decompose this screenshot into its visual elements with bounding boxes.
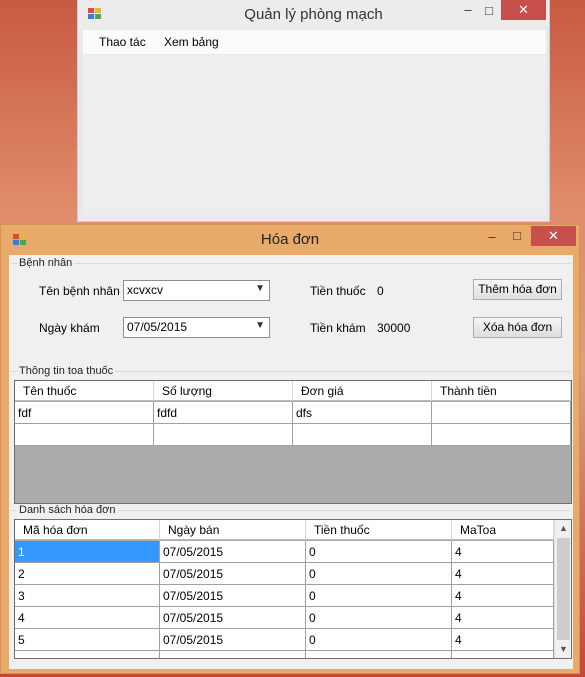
table-cell[interactable]: 0 [306, 585, 452, 607]
table-cell[interactable]: 4 [452, 585, 554, 607]
table-cell[interactable]: 5 [15, 629, 160, 651]
table-cell[interactable]: 07/05/2015 [160, 585, 306, 607]
medicine-fee-label: Tiền thuốc [310, 284, 366, 298]
invoice-client-area: Bệnh nhân Tên bệnh nhân xcvxcv ▼ Ngày kh… [9, 255, 573, 669]
patient-group-border [11, 263, 571, 264]
scroll-up-icon[interactable]: ▲ [555, 523, 571, 533]
invoice-maximize-button[interactable]: □ [506, 228, 528, 243]
table-cell[interactable]: 0 [306, 563, 452, 585]
table-cell [15, 651, 160, 658]
table-row[interactable]: 1 07/05/2015 0 4 [15, 541, 554, 563]
column-header[interactable]: Thành tiền [432, 381, 571, 401]
table-cell [160, 651, 306, 658]
invoice-minimize-button[interactable]: – [481, 229, 503, 244]
table-cell[interactable] [432, 402, 571, 424]
table-cell[interactable]: 0 [306, 607, 452, 629]
table-cell[interactable]: 3 [15, 585, 160, 607]
main-app-client-area [83, 55, 546, 215]
table-row[interactable]: 4 07/05/2015 0 4 [15, 607, 554, 629]
table-cell[interactable]: 07/05/2015 [160, 607, 306, 629]
exam-date-value: 07/05/2015 [127, 320, 188, 334]
exam-date-label: Ngày khám [39, 321, 100, 335]
table-cell[interactable]: 0 [306, 541, 452, 563]
table-row[interactable]: 5 07/05/2015 0 4 [15, 629, 554, 651]
exam-date-picker[interactable]: 07/05/2015 ▼ [123, 317, 270, 338]
table-cell[interactable] [15, 424, 154, 446]
table-cell[interactable]: 0 [306, 629, 452, 651]
table-cell[interactable]: dfs [293, 402, 432, 424]
column-header[interactable]: Mã hóa đơn [15, 520, 160, 540]
table-cell[interactable] [432, 424, 571, 446]
patient-name-value: xcvxcv [127, 283, 163, 297]
maximize-icon: □ [485, 3, 493, 18]
table-cell [452, 651, 554, 658]
table-cell[interactable]: fdf [15, 402, 154, 424]
column-header[interactable]: Đơn giá [293, 381, 432, 401]
table-cell[interactable]: 4 [452, 607, 554, 629]
patient-name-label: Tên bệnh nhân [39, 284, 120, 298]
table-cell[interactable]: 07/05/2015 [160, 563, 306, 585]
column-header[interactable]: Tên thuốc [15, 381, 154, 401]
table-cell[interactable]: 07/05/2015 [160, 629, 306, 651]
table-cell[interactable]: 4 [452, 629, 554, 651]
maximize-icon: □ [513, 228, 521, 243]
table-cell[interactable] [293, 424, 432, 446]
close-button[interactable]: ✕ [501, 0, 546, 20]
maximize-button[interactable]: □ [478, 3, 500, 18]
table-cell[interactable]: 4 [15, 607, 160, 629]
table-row-partial[interactable] [15, 651, 554, 658]
scroll-down-icon[interactable]: ▼ [555, 644, 571, 654]
column-header[interactable]: Số lượng [154, 381, 293, 401]
column-header[interactable]: Ngày bán [160, 520, 306, 540]
close-icon: ✕ [518, 2, 529, 17]
invoice-window: Hóa đơn – □ ✕ Bệnh nhân Tên bệnh nhân xc… [0, 224, 580, 674]
invoice-close-button[interactable]: ✕ [531, 226, 576, 246]
table-row[interactable]: 3 07/05/2015 0 4 [15, 585, 554, 607]
chevron-down-icon: ▼ [255, 320, 265, 331]
prescription-grid[interactable]: Tên thuốc Số lượng Đơn giá Thành tiền fd… [14, 380, 572, 504]
main-app-window: Quản lý phòng mạch – □ ✕ Thao tác Xem bả… [77, 0, 550, 222]
prescription-grid-header: Tên thuốc Số lượng Đơn giá Thành tiền [15, 381, 571, 401]
menu-bar: Thao tác Xem bảng [83, 30, 546, 54]
table-cell[interactable] [154, 424, 293, 446]
menu-xem-bang[interactable]: Xem bảng [164, 35, 219, 49]
close-icon: ✕ [548, 228, 559, 243]
table-cell [306, 651, 452, 658]
column-header[interactable]: Tiền thuốc [306, 520, 452, 540]
minimize-button[interactable]: – [456, 2, 480, 17]
menu-thao-tac[interactable]: Thao tác [99, 35, 146, 49]
invoice-list-grid[interactable]: Mã hóa đơn Ngày bán Tiền thuốc MaToa 1 0… [14, 519, 572, 659]
table-cell[interactable]: 4 [452, 541, 554, 563]
table-row[interactable]: 2 07/05/2015 0 4 [15, 563, 554, 585]
prescription-group-label: Thông tin toa thuốc [17, 365, 116, 377]
table-row[interactable] [15, 424, 571, 446]
invoice-list-grid-header: Mã hóa đơn Ngày bán Tiền thuốc MaToa [15, 520, 554, 540]
invoice-list-group-label: Danh sách hóa đơn [17, 504, 118, 516]
table-cell[interactable]: 07/05/2015 [160, 541, 306, 563]
delete-invoice-button[interactable]: Xóa hóa đơn [473, 317, 562, 338]
table-cell[interactable]: 2 [15, 563, 160, 585]
table-cell[interactable]: 4 [452, 563, 554, 585]
column-header[interactable]: MaToa [452, 520, 554, 540]
exam-fee-label: Tiền khám [310, 321, 366, 335]
scrollbar-thumb[interactable] [557, 538, 570, 640]
add-invoice-button[interactable]: Thêm hóa đơn [473, 279, 562, 300]
table-cell[interactable]: 1 [15, 541, 160, 563]
chevron-down-icon: ▼ [255, 283, 265, 294]
table-cell[interactable]: fdfd [154, 402, 293, 424]
minimize-icon: – [464, 2, 472, 17]
medicine-fee-value: 0 [377, 284, 384, 298]
main-app-titlebar[interactable]: Quản lý phòng mạch – □ ✕ [78, 0, 549, 28]
vertical-scrollbar[interactable]: ▲ ▼ [554, 520, 571, 658]
minimize-icon: – [488, 229, 496, 244]
exam-fee-value: 30000 [377, 321, 411, 335]
patient-group-label: Bệnh nhân [17, 257, 75, 269]
patient-name-combo[interactable]: xcvxcv ▼ [123, 280, 270, 301]
table-row[interactable]: fdf fdfd dfs [15, 402, 571, 424]
